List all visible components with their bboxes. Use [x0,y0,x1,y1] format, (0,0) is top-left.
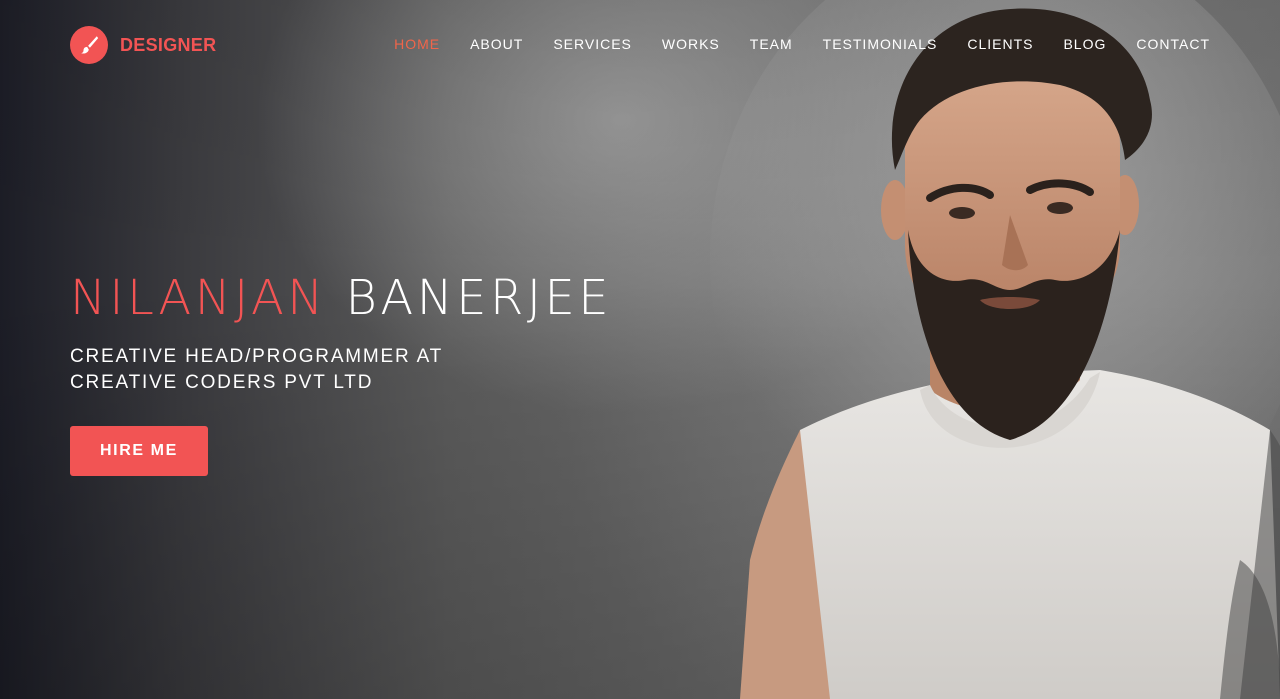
first-name: NILANJAN [70,270,327,326]
nav-item-services[interactable]: SERVICES [553,36,632,52]
brand-logo[interactable]: DESIGNER [70,26,216,64]
last-name: BANERJEE [345,270,613,326]
site-header: DESIGNER HOME ABOUT SERVICES WORKS TEAM … [0,0,1280,90]
nav-item-contact[interactable]: CONTACT [1136,36,1210,52]
nav-item-testimonials[interactable]: TESTIMONIALS [823,36,938,52]
nav-item-team[interactable]: TEAM [750,36,793,52]
nav-item-home[interactable]: HOME [394,36,440,52]
brand-name: DESIGNER [120,34,217,55]
hero-name: NILANJAN BANERJEE [70,270,612,326]
paintbrush-icon [70,26,108,64]
hero-section: DESIGNER HOME ABOUT SERVICES WORKS TEAM … [0,0,1280,699]
hire-me-button[interactable]: HIRE ME [70,426,208,476]
nav-item-about[interactable]: ABOUT [470,36,523,52]
nav-item-clients[interactable]: CLIENTS [967,36,1033,52]
nav-item-works[interactable]: WORKS [662,36,720,52]
portrait-image [710,0,1280,699]
nav-item-blog[interactable]: BLOG [1063,36,1106,52]
main-nav: HOME ABOUT SERVICES WORKS TEAM TESTIMONI… [364,36,1210,52]
hero-intro: NILANJAN BANERJEE CREATIVE HEAD/PROGRAMM… [70,270,612,476]
role-line-2: CREATIVE CODERS PVT LTD [70,372,374,393]
role-line-1: CREATIVE HEAD/PROGRAMMER AT [70,346,444,367]
hero-role: CREATIVE HEAD/PROGRAMMER AT CREATIVE COD… [70,344,612,396]
